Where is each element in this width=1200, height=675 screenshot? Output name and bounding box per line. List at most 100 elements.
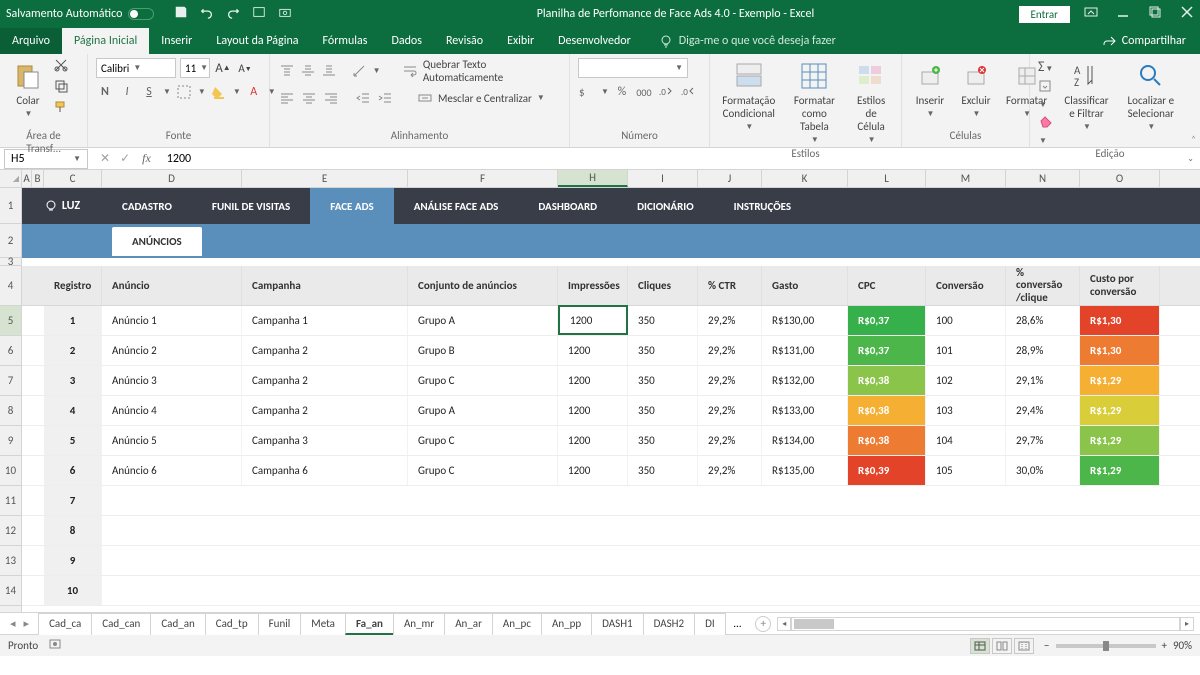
- menu-layout[interactable]: Layout da Página: [204, 28, 310, 54]
- cell[interactable]: 101: [926, 336, 1006, 365]
- cell[interactable]: 350: [628, 456, 698, 485]
- sheet-tab-Fa_an[interactable]: Fa_an: [345, 613, 394, 635]
- fx-icon[interactable]: fx: [142, 151, 151, 166]
- cell[interactable]: Campanha 6: [242, 456, 408, 485]
- sheet-tab-DASH1[interactable]: DASH1: [591, 613, 643, 635]
- cell[interactable]: 2: [44, 336, 102, 365]
- row-6[interactable]: 6: [0, 336, 21, 366]
- font-name-select[interactable]: Calibri▼: [96, 58, 176, 78]
- increase-decimal-icon[interactable]: .0: [657, 83, 675, 101]
- zoom-slider[interactable]: [1056, 644, 1156, 648]
- row-1[interactable]: 1: [0, 188, 21, 224]
- selected-cell[interactable]: 1200: [558, 305, 628, 335]
- fill-color-icon[interactable]: [210, 83, 228, 101]
- col-O[interactable]: O: [1080, 170, 1160, 187]
- cell[interactable]: 103: [926, 396, 1006, 425]
- menu-insert[interactable]: Inserir: [149, 28, 204, 54]
- scroll-first-icon[interactable]: ◂: [10, 617, 16, 630]
- ribbon-options-icon[interactable]: [1084, 7, 1098, 21]
- cell[interactable]: 1200: [558, 426, 628, 455]
- cell[interactable]: 350: [628, 396, 698, 425]
- merge-icon[interactable]: [416, 89, 434, 107]
- autosave-toggle[interactable]: [128, 8, 154, 20]
- menu-data[interactable]: Dados: [379, 28, 433, 54]
- zoom-in-icon[interactable]: +: [1162, 639, 1167, 652]
- thousand-sep-icon[interactable]: 000: [635, 83, 653, 101]
- navtab-funil-de-visitas[interactable]: FUNIL DE VISITAS: [192, 188, 310, 224]
- cell[interactable]: Grupo A: [408, 306, 558, 335]
- cell[interactable]: 10: [44, 576, 102, 605]
- cut-icon[interactable]: [54, 58, 68, 76]
- col-I[interactable]: I: [628, 170, 698, 187]
- sheet-tab-Cad_tp[interactable]: Cad_tp: [205, 613, 259, 635]
- sort-filter-button[interactable]: AZClassificar e Filtrar▼: [1059, 58, 1113, 134]
- col-B[interactable]: B: [32, 170, 44, 187]
- cell[interactable]: Campanha 3: [242, 426, 408, 455]
- col-A[interactable]: A: [22, 170, 32, 187]
- navtab-face-ads[interactable]: FACE ADS: [310, 188, 393, 224]
- cell[interactable]: R$0,38: [848, 396, 926, 425]
- cell[interactable]: Anúncio 2: [102, 336, 242, 365]
- cell[interactable]: 1200: [558, 396, 628, 425]
- close-icon[interactable]: [1180, 6, 1194, 22]
- decrease-font-icon[interactable]: A▼: [236, 59, 254, 77]
- number-format-select[interactable]: ▼: [578, 58, 688, 78]
- cell[interactable]: R$131,00: [762, 336, 848, 365]
- bold-icon[interactable]: N: [96, 83, 114, 101]
- share-button[interactable]: Compartilhar: [1088, 28, 1200, 54]
- qat-btn-icon[interactable]: [252, 5, 266, 23]
- cell[interactable]: 350: [628, 336, 698, 365]
- anuncios-tab[interactable]: ANÚNCIOS: [112, 227, 202, 256]
- cell[interactable]: 29,2%: [698, 306, 762, 335]
- zoom-out-icon[interactable]: −: [1044, 639, 1049, 652]
- cell[interactable]: 7: [44, 486, 102, 515]
- indent-increase-icon[interactable]: [376, 89, 394, 107]
- cell[interactable]: 350: [628, 426, 698, 455]
- cell[interactable]: 1200: [558, 366, 628, 395]
- sheet-tab-Funil[interactable]: Funil: [258, 613, 302, 635]
- indent-decrease-icon[interactable]: [354, 89, 372, 107]
- navtab-dicionário[interactable]: DICIONÁRIO: [617, 188, 714, 224]
- underline-icon[interactable]: S: [140, 83, 158, 101]
- decrease-decimal-icon[interactable]: .0: [679, 83, 697, 101]
- sheet-tab-An_mr[interactable]: An_mr: [393, 613, 445, 635]
- format-painter-icon[interactable]: [54, 100, 68, 118]
- undo-icon[interactable]: [200, 5, 214, 23]
- hscroll-thumb[interactable]: [794, 619, 834, 629]
- cell[interactable]: R$0,37: [848, 306, 926, 335]
- row-11[interactable]: 11: [0, 486, 21, 516]
- cell[interactable]: Grupo B: [408, 336, 558, 365]
- cell[interactable]: 28,9%: [1006, 336, 1080, 365]
- cell[interactable]: R$0,39: [848, 456, 926, 485]
- increase-font-icon[interactable]: A▲: [214, 59, 232, 77]
- row-4[interactable]: 4: [0, 266, 21, 306]
- cell[interactable]: 102: [926, 366, 1006, 395]
- view-normal-icon[interactable]: [970, 638, 990, 654]
- row-8[interactable]: 8: [0, 396, 21, 426]
- view-page-break-icon[interactable]: [1014, 638, 1034, 654]
- align-top-icon[interactable]: [278, 62, 295, 80]
- collapse-ribbon-icon[interactable]: ˄: [1191, 134, 1196, 145]
- percent-icon[interactable]: %: [613, 83, 631, 101]
- sheet-tab-Cad_ca[interactable]: Cad_ca: [38, 613, 92, 635]
- cell[interactable]: 1: [44, 306, 102, 335]
- cell[interactable]: Anúncio 3: [102, 366, 242, 395]
- wrap-text-icon[interactable]: [402, 62, 419, 80]
- formula-input[interactable]: 1200: [161, 152, 1182, 166]
- hscroll-track[interactable]: [791, 617, 1180, 631]
- col-H[interactable]: H: [558, 170, 628, 187]
- border-icon[interactable]: [175, 83, 193, 101]
- cell[interactable]: 100: [926, 306, 1006, 335]
- scroll-last-icon[interactable]: ▸: [24, 617, 30, 630]
- conditional-formatting-button[interactable]: Formatação Condicional▼: [718, 58, 780, 134]
- cell[interactable]: Grupo C: [408, 366, 558, 395]
- row-9[interactable]: 9: [0, 426, 21, 456]
- cell[interactable]: Campanha 2: [242, 366, 408, 395]
- format-as-table-button[interactable]: Formatar como Tabela▼: [786, 58, 844, 147]
- menu-developer[interactable]: Desenvolvedor: [546, 28, 643, 54]
- col-J[interactable]: J: [698, 170, 762, 187]
- cell[interactable]: R$134,00: [762, 426, 848, 455]
- col-K[interactable]: K: [762, 170, 848, 187]
- minimize-icon[interactable]: [1116, 6, 1130, 22]
- sheet-tab-Meta[interactable]: Meta: [300, 613, 346, 635]
